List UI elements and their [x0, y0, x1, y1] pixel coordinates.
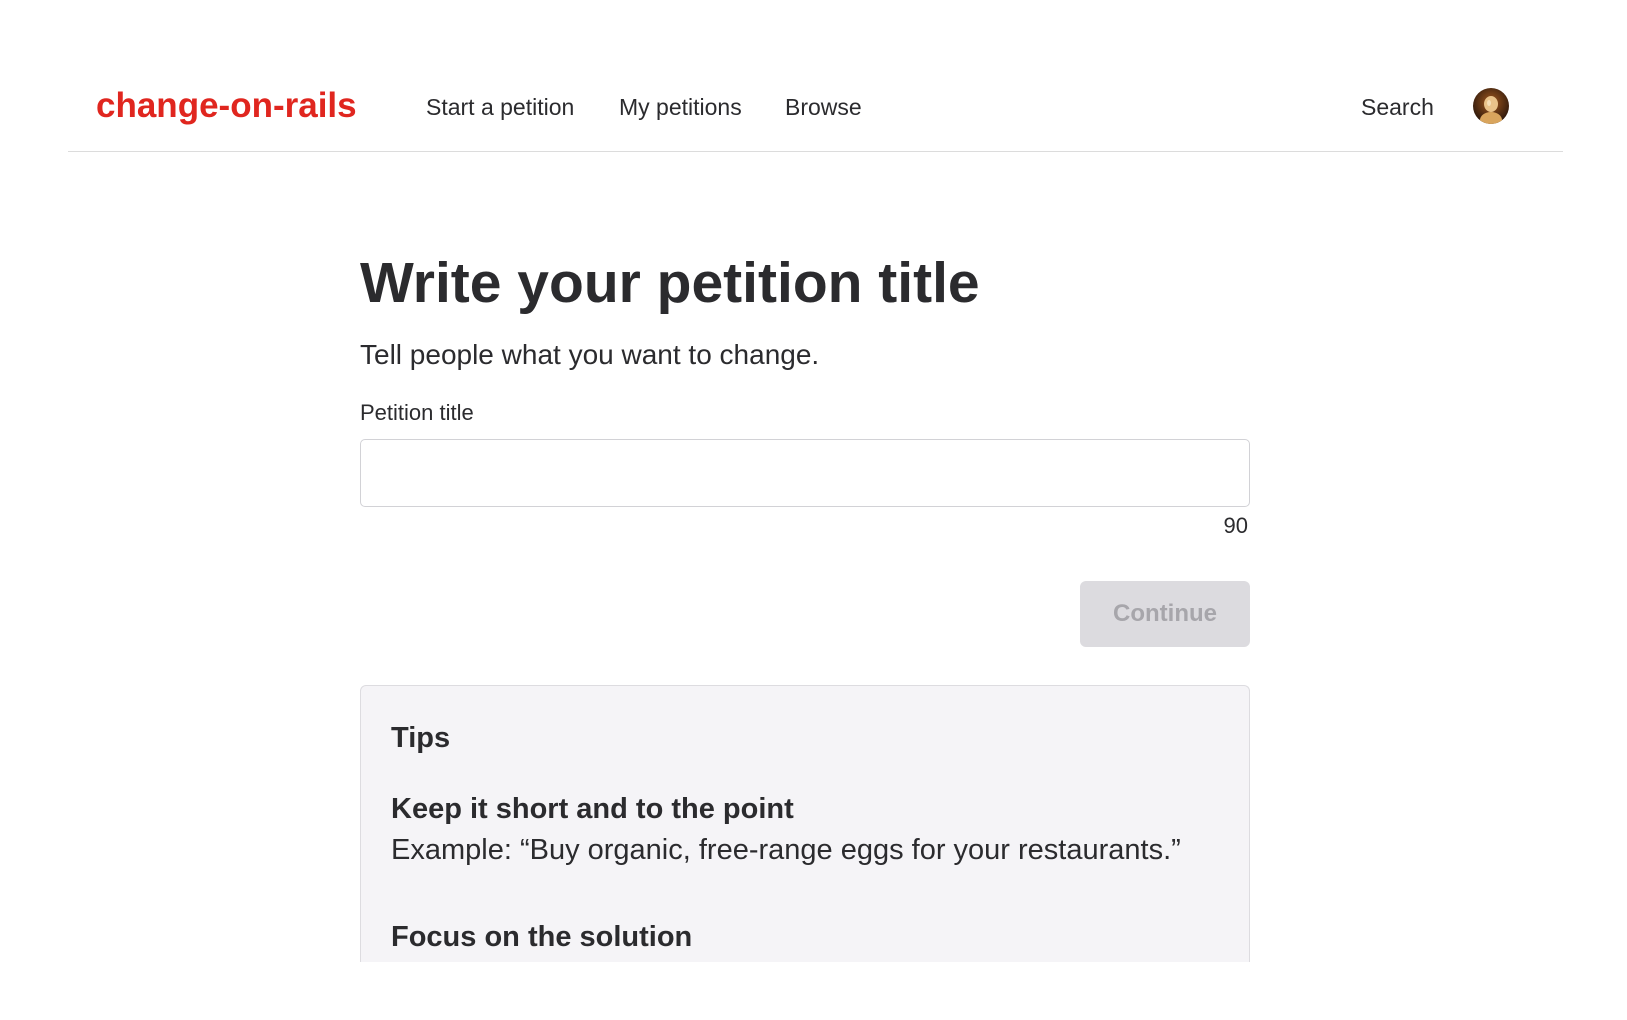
continue-button[interactable]: Continue	[1080, 581, 1250, 647]
logo[interactable]: change-on-rails	[96, 84, 357, 128]
tip-text: Example: “Buy organic, free-range eggs f…	[391, 834, 1181, 866]
page-subtitle: Tell people what you want to change.	[360, 339, 820, 370]
user-avatar-icon[interactable]	[1473, 88, 1509, 124]
tips-panel: Tips Keep it short and to the point Exam…	[360, 685, 1250, 985]
tip-title: Keep it short and to the point	[391, 793, 794, 825]
viewport-bottom	[0, 962, 1627, 1020]
page: change-on-rails Start a petition My peti…	[0, 0, 1627, 1020]
nav-browse[interactable]: Browse	[785, 92, 862, 122]
nav-start-petition[interactable]: Start a petition	[426, 92, 574, 122]
page-title: Write your petition title	[360, 251, 980, 316]
petition-title-input[interactable]	[360, 439, 1250, 507]
character-counter: 90	[1223, 513, 1248, 538]
search-link[interactable]: Search	[1361, 92, 1434, 122]
tips-heading: Tips	[391, 722, 451, 754]
petition-title-label: Petition title	[360, 400, 474, 425]
tip-title: Focus on the solution	[391, 921, 693, 953]
nav-my-petitions[interactable]: My petitions	[619, 92, 742, 122]
site-header: change-on-rails Start a petition My peti…	[68, 0, 1563, 152]
